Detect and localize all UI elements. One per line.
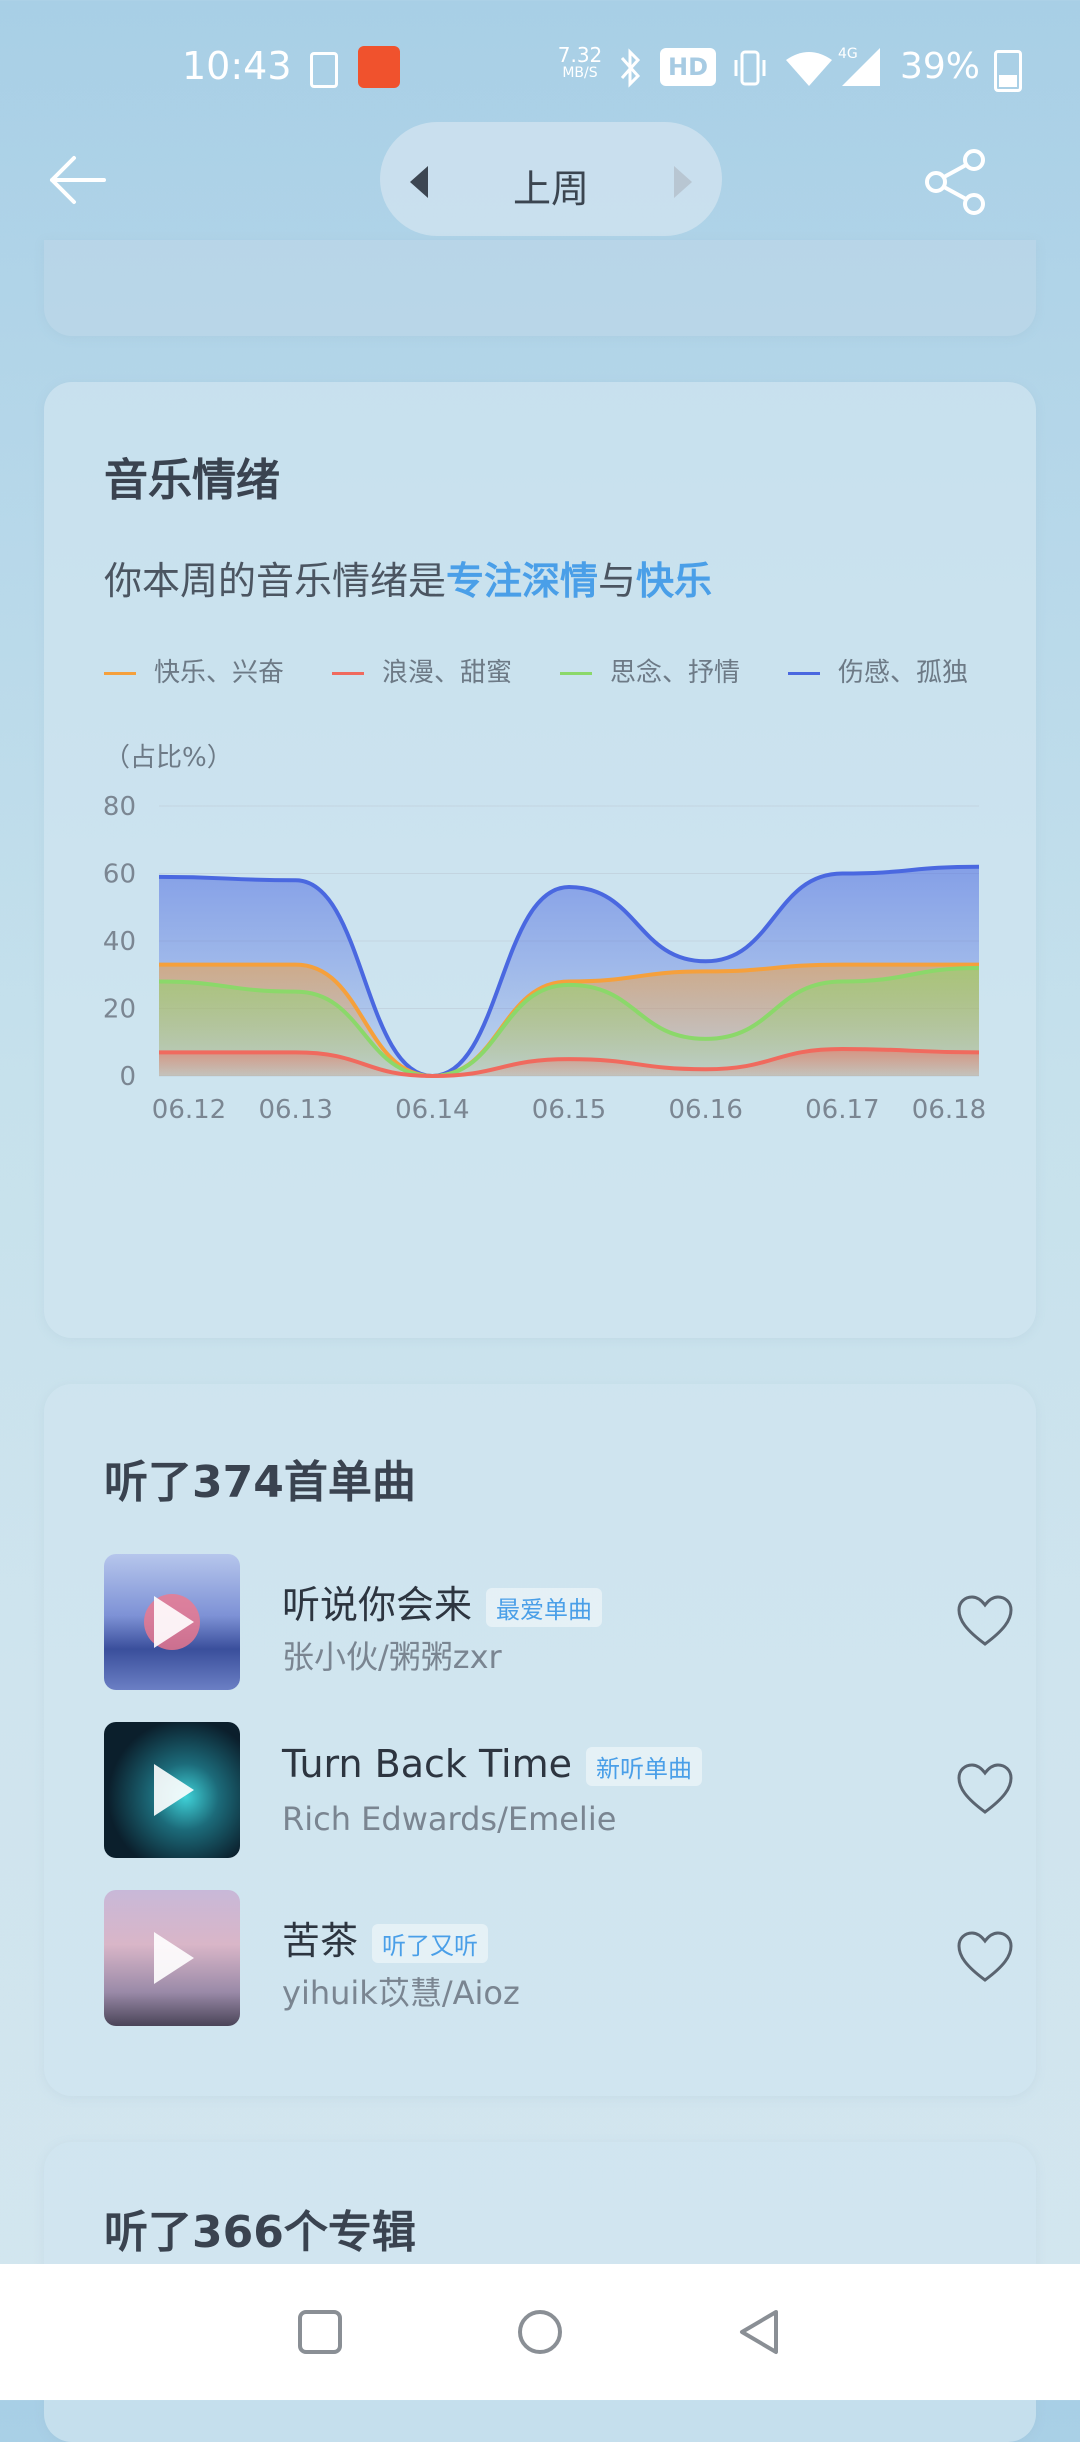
share-icon[interactable] <box>920 146 992 218</box>
summary-connector: 与 <box>598 559 637 603</box>
app-icon <box>358 46 400 88</box>
song-item[interactable]: 听说你会来 最爱单曲 张小伙/粥粥zxr <box>104 1554 1013 1694</box>
legend-label: 伤感、孤独 <box>838 658 969 688</box>
x-tick-label: 06.14 <box>395 1095 469 1125</box>
x-tick-label: 06.12 <box>152 1095 226 1125</box>
recent-apps-button[interactable] <box>296 2308 344 2356</box>
x-tick-label: 06.13 <box>258 1095 332 1125</box>
song-title: 听说你会来 <box>282 1583 473 1627</box>
download-icon <box>310 52 338 88</box>
summary-highlight-1: 专注深情 <box>446 559 599 603</box>
y-tick-label: 40 <box>103 927 136 957</box>
song-artist: 张小伙/粥粥zxr <box>282 1638 502 1676</box>
wifi-icon <box>786 52 832 86</box>
heart-icon[interactable] <box>956 1930 1014 1984</box>
heart-icon[interactable] <box>956 1762 1014 1816</box>
song-item[interactable]: 苦茶 听了又听 yihuik苡慧/Aioz <box>104 1890 1013 2030</box>
song-item[interactable]: Turn Back Time 新听单曲 Rich Edwards/Emelie <box>104 1722 1013 1862</box>
heart-icon[interactable] <box>956 1594 1014 1648</box>
legend-item: 伤感、孤独 <box>788 652 968 689</box>
song-artist: yihuik苡慧/Aioz <box>282 1974 520 2012</box>
song-title: Turn Back Time <box>282 1742 572 1786</box>
legend-swatch <box>560 672 592 675</box>
song-artist: Rich Edwards/Emelie <box>282 1800 617 1838</box>
song-cover[interactable] <box>104 1890 240 2026</box>
legend-swatch <box>788 672 820 675</box>
music-emotion-card: 音乐情绪 你本周的音乐情绪是专注深情与快乐 快乐、兴奋 浪漫、甜蜜 思念、抒情 … <box>44 382 1036 1338</box>
status-bar: 10:43 7.32 MB/S HD 4G 39% <box>0 0 1080 140</box>
songs-card: 听了374首单曲 听说你会来 最爱单曲 张小伙/粥粥zxr Turn Back T… <box>44 1384 1036 2096</box>
network-speed: 7.32 MB/S <box>552 43 608 82</box>
top-navigation: 上周 <box>0 120 1080 240</box>
song-title-row: Turn Back Time 新听单曲 <box>282 1742 702 1786</box>
legend-label: 浪漫、甜蜜 <box>382 658 513 688</box>
song-title: 苦茶 <box>282 1919 359 1963</box>
signal-label: 4G <box>838 46 858 62</box>
x-tick-label: 06.16 <box>668 1095 742 1125</box>
legend-swatch <box>332 672 364 675</box>
bluetooth-icon <box>620 48 641 88</box>
vibrate-icon <box>734 50 766 86</box>
home-button[interactable] <box>516 2308 564 2356</box>
play-icon[interactable] <box>154 1596 194 1648</box>
y-tick-label: 60 <box>103 860 136 890</box>
y-axis-label: （占比%） <box>104 743 233 773</box>
x-tick-label: 06.17 <box>805 1095 879 1125</box>
back-arrow-icon[interactable] <box>44 150 124 210</box>
legend-item: 快乐、兴奋 <box>104 652 284 689</box>
legend-item: 思念、抒情 <box>560 652 740 689</box>
legend-label: 快乐、兴奋 <box>154 658 285 688</box>
play-icon[interactable] <box>154 1764 194 1816</box>
network-speed-value: 7.32 <box>557 43 603 67</box>
hd-label: HD <box>667 53 708 81</box>
emotion-chart: （占比%） 0 20 40 60 80 06.12 06.13 06.14 06.15 06.16 0… <box>103 743 986 1125</box>
song-cover[interactable] <box>104 1722 240 1858</box>
previous-card <box>44 240 1036 336</box>
status-time: 10:43 <box>182 44 292 88</box>
y-tick-label: 20 <box>103 995 136 1025</box>
song-title-row: 苦茶 听了又听 <box>282 1910 489 1965</box>
emotion-summary: 你本周的音乐情绪是专注深情与快乐 <box>104 550 712 605</box>
x-tick-label: 06.18 <box>912 1095 986 1125</box>
back-button[interactable] <box>736 2308 784 2356</box>
battery-icon <box>994 50 1022 92</box>
battery-percent: 39% <box>900 46 981 87</box>
y-tick-label: 0 <box>119 1062 136 1092</box>
albums-title: 听了366个专辑 <box>104 2207 416 2258</box>
emotion-title: 音乐情绪 <box>104 455 280 506</box>
period-label: 上周 <box>512 167 589 211</box>
song-title-row: 听说你会来 最爱单曲 <box>282 1574 603 1629</box>
song-tag: 听了又听 <box>372 1924 489 1963</box>
system-navigation-bar <box>0 2264 1080 2400</box>
y-tick-label: 80 <box>103 792 136 822</box>
summary-highlight-2: 快乐 <box>636 559 713 603</box>
play-icon[interactable] <box>154 1932 194 1984</box>
song-tag: 新听单曲 <box>585 1747 702 1786</box>
song-tag: 最爱单曲 <box>486 1588 603 1627</box>
legend-label: 思念、抒情 <box>610 658 741 688</box>
song-cover[interactable] <box>104 1554 240 1690</box>
legend-item: 浪漫、甜蜜 <box>332 652 512 689</box>
hd-badge: HD <box>660 48 716 86</box>
songs-title: 听了374首单曲 <box>104 1457 416 1508</box>
summary-prefix: 你本周的音乐情绪是 <box>104 559 447 603</box>
next-period-arrow[interactable] <box>674 166 692 198</box>
x-tick-label: 06.15 <box>532 1095 606 1125</box>
period-selector: 上周 <box>380 122 722 236</box>
legend-swatch <box>104 672 136 675</box>
